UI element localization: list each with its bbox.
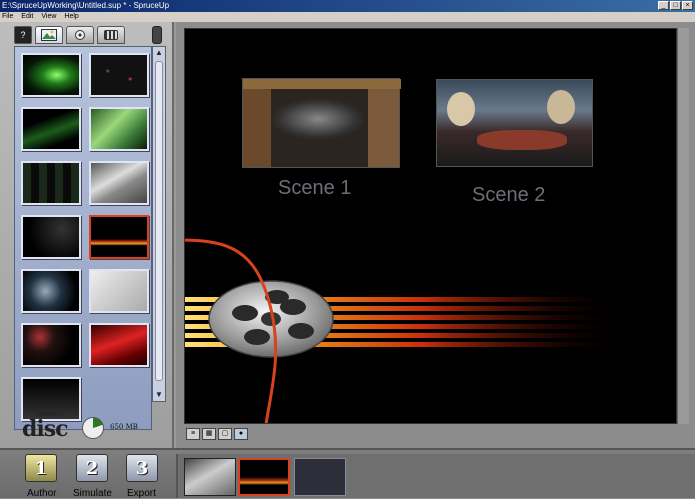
author-mode-button[interactable]: 1 [25,454,57,482]
panel-options-button[interactable] [152,26,162,44]
scroll-thumb[interactable] [155,61,163,381]
app-window: E:\SpruceUpWorking\Untitled.sup * - Spru… [0,0,695,499]
safe-area-icon: ▢ [221,430,229,437]
disc-usage-pie-icon [82,417,104,439]
play-icon: ● [238,430,244,437]
title-bar: E:\SpruceUpWorking\Untitled.sup * - Spru… [0,0,695,12]
simulate-mode-button[interactable]: 2 [76,454,108,482]
export-mode-button[interactable]: 3 [126,454,158,482]
menu-view[interactable]: View [41,12,56,22]
preview-scrollbar[interactable] [677,28,689,424]
export-number-icon: 3 [135,457,149,479]
background-thumbnail-grid [14,46,152,430]
view-grid-button[interactable]: ▦ [202,428,216,440]
menu-bar: File Edit View Help [0,12,695,22]
tab-backgrounds[interactable] [35,26,63,44]
thumb-dark-sparkle[interactable] [89,53,149,97]
maximize-button[interactable]: □ [670,1,681,10]
thumb-shattered-glass[interactable] [21,269,81,313]
menu-help[interactable]: Help [64,12,78,22]
library-scrollbar[interactable]: ▲ ▼ [152,46,166,402]
bottom-mode-bar: 1 Author 2 Simulate 3 Export [0,448,695,499]
view-play-button[interactable]: ● [234,428,248,440]
author-number-icon: 1 [34,457,48,479]
disc-capacity-label: 650 MB [110,423,138,431]
scroll-up-arrow[interactable]: ▲ [154,48,164,58]
thumb-dark-web[interactable] [21,215,81,259]
thumb-film-strip-selected[interactable] [89,215,149,259]
disc-capacity: COMPACT disc 650 MB [18,412,158,442]
thumb-silver-streak[interactable] [89,161,149,205]
page-thumb-silver[interactable] [184,458,236,496]
help-button[interactable]: ? [14,26,32,44]
film-reel-graphic [185,238,615,423]
simulate-number-icon: 2 [85,457,99,479]
thumb-green-rays[interactable] [21,107,81,151]
button-icon [75,30,85,40]
menu-edit[interactable]: Edit [21,12,33,22]
thumb-dark-cube[interactable] [21,323,81,367]
tab-buttons[interactable] [66,26,94,44]
landscape-icon [41,29,57,41]
view-safe-area-button[interactable]: ▢ [218,428,232,440]
help-icon: ? [20,30,26,40]
thumb-red-wave[interactable] [89,323,149,367]
view-list-button[interactable]: ≡ [186,428,200,440]
menu-file[interactable]: File [2,12,13,22]
page-thumb-empty[interactable] [294,458,346,496]
thumb-silver-plain[interactable] [89,269,149,313]
minimize-button[interactable]: _ [658,1,669,10]
menu-preview-canvas[interactable]: Scene 1 Scene 2 [184,28,677,424]
window-title: E:\SpruceUpWorking\Untitled.sup * - Spru… [2,1,170,10]
author-label: Author [27,488,57,499]
film-icon [104,30,118,40]
preview-view-buttons: ≡ ▦ ▢ ● [186,428,248,440]
thumb-green-wave[interactable] [89,107,149,151]
compact-disc-logo: disc [22,416,69,442]
scroll-down-arrow[interactable]: ▼ [154,390,164,400]
menu-page-strip [176,454,695,498]
thumb-green-burst[interactable] [21,53,81,97]
export-label: Export [127,488,156,499]
grid-icon: ▦ [205,430,213,437]
tab-video[interactable] [97,26,125,44]
page-thumb-current[interactable] [238,458,290,496]
thumb-dark-grid[interactable] [21,161,81,205]
close-button[interactable]: × [682,1,693,10]
simulate-label: Simulate [73,488,112,499]
list-icon: ≡ [190,430,196,437]
